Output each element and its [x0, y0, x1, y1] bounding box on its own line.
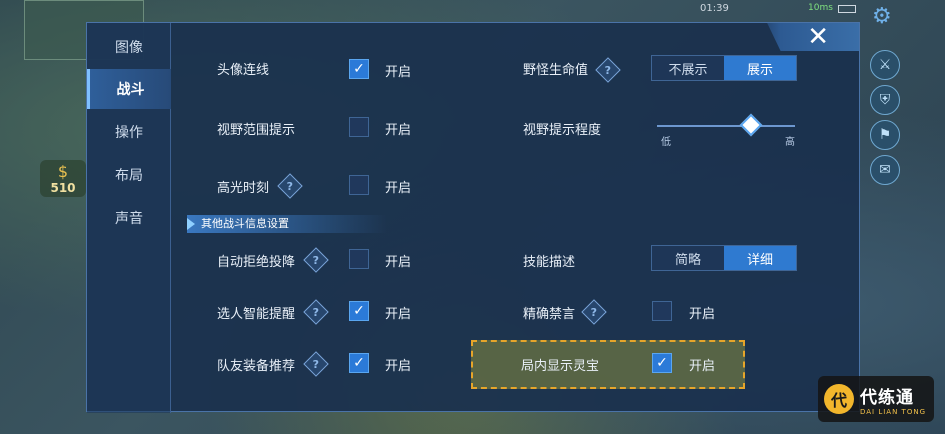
avatar-link-checkbox[interactable]: ✓ [349, 59, 369, 79]
monster-hp-toggle: 不展示 展示 [651, 55, 797, 81]
highlight-moment-checkbox[interactable] [349, 175, 369, 195]
brand-name-en: DAI LIAN TONG [860, 407, 927, 416]
show-lingbao-label: 局内显示灵宝 [521, 359, 600, 374]
teammate-gear-checkbox[interactable]: ✓ [349, 353, 369, 373]
sidebar-item-layout[interactable]: 布局 [87, 155, 171, 195]
skill-desc-label: 技能描述 [523, 255, 576, 270]
show-lingbao-state: 开启 [689, 359, 716, 374]
vision-level-high: 高 [785, 137, 795, 148]
vision-hint-state: 开启 [385, 123, 412, 138]
sidebar-item-label: 声音 [115, 211, 143, 227]
shield-icon[interactable]: ⛨ [870, 85, 900, 115]
precise-mute-label: 精确禁言 [523, 307, 576, 322]
flag-icon[interactable]: ⚑ [870, 120, 900, 150]
gold-amount: 510 [50, 181, 76, 195]
sidebar-item-combat[interactable]: 战斗 [87, 69, 171, 109]
sidebar-item-label: 战斗 [116, 82, 145, 98]
battery-icon [838, 5, 856, 13]
gold-counter[interactable]: $ 510 [40, 160, 86, 197]
help-icon[interactable]: ? [303, 299, 329, 325]
money-bag-icon: $ [57, 162, 69, 181]
chat-icon[interactable]: ✉ [870, 155, 900, 185]
skill-desc-toggle: 简略 详细 [651, 245, 797, 271]
option-detailed[interactable]: 详细 [724, 246, 796, 270]
smart-alert-label: 选人智能提醒 [217, 307, 296, 322]
close-icon: ✕ [807, 22, 829, 52]
sidebar-item-label: 布局 [115, 168, 143, 184]
help-icon[interactable]: ? [303, 351, 329, 377]
vision-hint-label: 视野范围提示 [217, 123, 296, 138]
vision-level-low: 低 [661, 137, 671, 148]
settings-sidebar: 图像 战斗 操作 布局 声音 [87, 23, 171, 413]
close-button[interactable]: ✕ [767, 22, 859, 52]
highlight-moment-label: 高光时刻 [217, 181, 270, 196]
vision-level-slider[interactable] [657, 125, 795, 127]
sword-icon[interactable]: ⚔ [870, 50, 900, 80]
section-title: 其他战斗信息设置 [187, 215, 387, 233]
brand-watermark: 代 代练通 DAI LIAN TONG [818, 376, 934, 422]
smart-alert-state: 开启 [385, 307, 412, 322]
option-hide[interactable]: 不展示 [652, 56, 724, 80]
ping-indicator: 10ms [808, 3, 833, 13]
show-lingbao-checkbox[interactable]: ✓ [652, 353, 672, 373]
sidebar-item-graphics[interactable]: 图像 [87, 27, 171, 67]
teammate-gear-state: 开启 [385, 359, 412, 374]
help-icon[interactable]: ? [277, 173, 303, 199]
auto-reject-checkbox[interactable] [349, 249, 369, 269]
monster-hp-label: 野怪生命值 [523, 63, 589, 78]
avatar-link-state: 开启 [385, 65, 412, 80]
option-show[interactable]: 展示 [724, 56, 796, 80]
help-icon[interactable]: ? [581, 299, 607, 325]
sidebar-item-sound[interactable]: 声音 [87, 198, 171, 238]
teammate-gear-label: 队友装备推荐 [217, 359, 296, 374]
option-brief[interactable]: 简略 [652, 246, 724, 270]
settings-panel: 图像 战斗 操作 布局 声音 ✕ 头像连线 ✓ 开启 野怪生命值 ? 不展示 展… [86, 22, 860, 413]
sidebar-item-controls[interactable]: 操作 [87, 112, 171, 152]
game-clock: 01:39 [700, 3, 729, 14]
settings-gear-icon[interactable]: ⚙ [872, 4, 892, 29]
vision-hint-checkbox[interactable] [349, 117, 369, 137]
smart-alert-checkbox[interactable]: ✓ [349, 301, 369, 321]
help-icon[interactable]: ? [303, 247, 329, 273]
help-icon[interactable]: ? [595, 57, 621, 83]
auto-reject-label: 自动拒绝投降 [217, 255, 296, 270]
highlight-moment-state: 开启 [385, 181, 412, 196]
brand-name: 代练通 [860, 387, 914, 408]
vision-level-label: 视野提示程度 [523, 123, 602, 138]
brand-logo: 代 [824, 384, 854, 414]
precise-mute-state: 开启 [689, 307, 716, 322]
precise-mute-checkbox[interactable] [652, 301, 672, 321]
avatar-link-label: 头像连线 [217, 63, 270, 78]
vision-level-slider-thumb[interactable] [739, 113, 763, 137]
sidebar-item-label: 图像 [115, 40, 143, 56]
auto-reject-state: 开启 [385, 255, 412, 270]
sidebar-item-label: 操作 [115, 125, 143, 141]
